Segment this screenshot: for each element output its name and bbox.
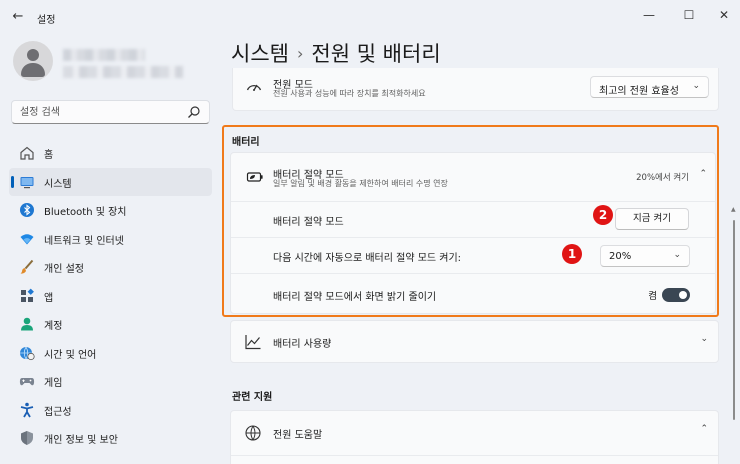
user-profile[interactable] [13,41,213,89]
divider [231,455,718,456]
sidebar-item-label: 개인 설정 [44,264,84,275]
sidebar-item-accounts[interactable]: 계정 [9,310,212,338]
related-support-heading: 관련 지원 [232,392,273,403]
sidebar-item-home[interactable]: 홈 [9,139,212,167]
sidebar-item-personalization[interactable]: 개인 설정 [9,253,212,281]
sidebar-item-label: 게임 [44,378,63,389]
wifi-icon [20,233,34,244]
chevron-down-icon: ⌄ [692,81,700,91]
scroll-up-arrow-icon[interactable]: ▲ [731,206,736,213]
home-icon [20,146,34,160]
chevron-down-icon: ⌄ [700,334,708,344]
maximize-button[interactable]: ☐ [680,6,698,24]
annotation-badge-2: 2 [593,205,613,225]
sidebar-item-label: 네트워크 및 인터넷 [44,235,124,247]
sidebar-item-label: 접근성 [44,406,72,418]
apps-icon [21,288,34,302]
battery-usage-card[interactable]: 배터리 사용량 ⌄ [230,320,719,363]
brush-icon [20,259,34,274]
account-icon [21,317,33,331]
title-bar: ← 설정 — ☐ ✕ [0,0,740,34]
avatar [13,41,53,81]
sidebar-item-bluetooth[interactable]: Bluetooth 및 장치 [9,196,212,224]
sidebar-item-network[interactable]: 네트워크 및 인터넷 [9,225,212,253]
sidebar-item-gaming[interactable]: 게임 [9,367,212,395]
sidebar-item-label: 앱 [44,292,54,304]
selection-indicator [11,175,14,188]
usage-chart-icon [245,335,261,350]
blurred-user-email [63,66,183,78]
globe-clock-icon [20,346,35,360]
sidebar-item-label: 홈 [44,150,54,161]
accessibility-icon [20,402,34,417]
power-mode-gauge-icon [246,84,262,91]
power-mode-dropdown[interactable]: 최고의 전원 효율성 ⌄ [590,76,709,98]
battery-usage-label: 배터리 사용량 [273,339,332,350]
back-arrow-icon[interactable]: ← [10,9,26,25]
breadcrumb-current: 전원 및 배터리 [311,42,441,66]
breadcrumb-parent[interactable]: 시스템 [231,42,289,66]
power-help-label: 전원 도움말 [273,430,323,441]
highlight-frame [222,125,719,317]
sidebar-item-label: Bluetooth 및 장치 [44,207,127,218]
sidebar-item-label: 개인 정보 및 보안 [44,435,118,446]
globe-icon [245,425,261,441]
power-mode-selected-value: 최고의 전원 효율성 [599,86,679,97]
chevron-up-icon[interactable]: ⌃ [700,424,708,434]
vertical-scrollbar[interactable] [733,220,735,420]
sidebar-nav: 홈 시스템 Bluetooth 및 장치 네트워크 및 인터넷 개인 설정 앱 … [9,139,212,453]
annotation-badge-1: 1 [562,244,582,264]
sidebar-item-apps[interactable]: 앱 [9,282,212,310]
blurred-user-name [63,49,145,61]
power-mode-description: 전원 사용과 성능에 따라 장치를 최적화하세요 [273,89,426,98]
sidebar-item-system[interactable]: 시스템 [9,167,212,196]
search-input[interactable] [20,105,180,119]
shield-icon [21,431,33,445]
page-title: 시스템 › 전원 및 배터리 [231,38,441,68]
search-icon[interactable] [187,105,201,119]
sidebar-item-accessibility[interactable]: 접근성 [9,396,212,424]
sidebar-item-label: 시간 및 언어 [44,349,97,361]
sidebar-item-privacy[interactable]: 개인 정보 및 보안 [9,424,212,452]
bluetooth-icon [20,203,34,217]
power-help-card[interactable]: 전원 도움말 ⌃ [230,410,719,464]
breadcrumb-separator: › [296,44,304,63]
sidebar-item-time-language[interactable]: 시간 및 언어 [9,339,212,367]
sidebar-item-label: 시스템 [44,178,72,190]
gamepad-icon [19,378,35,386]
system-icon [20,176,34,188]
settings-search-box[interactable] [11,100,210,124]
sidebar-item-label: 계정 [44,321,63,332]
close-button[interactable]: ✕ [715,6,733,24]
minimize-button[interactable]: — [640,6,658,24]
app-title: 설정 [37,15,56,26]
